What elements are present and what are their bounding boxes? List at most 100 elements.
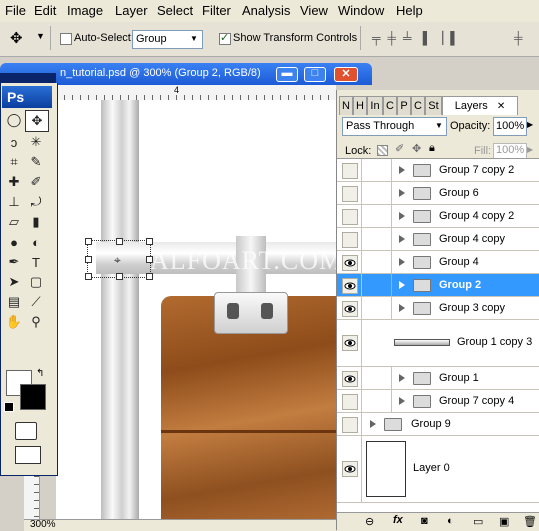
expand-arrow-icon[interactable]	[399, 235, 405, 243]
visibility-toggle[interactable]	[342, 461, 358, 477]
dodge-tool-icon[interactable]: ◐	[25, 232, 47, 252]
layer-mask-icon[interactable]: ◙	[421, 515, 428, 527]
tab-styles[interactable]: St	[425, 96, 442, 115]
blend-mode-dropdown[interactable]: Pass Through ▼	[342, 117, 447, 136]
new-group-icon[interactable]: ▭	[473, 515, 483, 528]
visibility-toggle[interactable]	[342, 163, 358, 179]
zoom-tool-icon[interactable]: ⚲	[25, 312, 47, 332]
menu-analysis[interactable]: Analysis	[242, 3, 290, 18]
close-icon[interactable]: ✕	[497, 101, 505, 112]
distribute-icon[interactable]: ╪	[514, 31, 523, 45]
expand-arrow-icon[interactable]	[399, 166, 405, 174]
stamp-tool-icon[interactable]: ⊥	[3, 192, 25, 212]
visibility-toggle[interactable]	[342, 394, 358, 410]
magic-wand-icon[interactable]: ✳	[25, 132, 47, 152]
history-brush-icon[interactable]: ⤾	[25, 192, 47, 212]
menu-view[interactable]: View	[300, 3, 328, 18]
menu-filter[interactable]: Filter	[202, 3, 231, 18]
expand-arrow-icon[interactable]	[399, 304, 405, 312]
minimize-icon[interactable]: ▬	[276, 67, 298, 82]
visibility-toggle[interactable]	[342, 278, 358, 294]
transform-handle[interactable]	[116, 273, 123, 280]
gradient-tool-icon[interactable]: ▮	[25, 212, 47, 232]
move-tool-icon[interactable]: ✥	[25, 110, 49, 132]
layer-row[interactable]: Group 4 copy	[337, 228, 539, 251]
layer-row-selected[interactable]: Group 2	[337, 274, 539, 297]
visibility-toggle[interactable]	[342, 417, 358, 433]
expand-arrow-icon[interactable]	[399, 397, 405, 405]
healing-brush-icon[interactable]: ✚	[3, 172, 25, 192]
default-colors-icon[interactable]	[4, 402, 14, 412]
type-tool-icon[interactable]: T	[25, 252, 47, 272]
link-layers-icon[interactable]: ⊖	[365, 515, 374, 528]
transform-handle[interactable]	[85, 273, 92, 280]
expand-arrow-icon[interactable]	[399, 189, 405, 197]
layer-row[interactable]: Layer 0	[337, 436, 539, 503]
menu-layer[interactable]: Layer	[115, 3, 148, 18]
eyedropper-icon[interactable]: ✎	[25, 152, 47, 172]
layer-row[interactable]: Group 4	[337, 251, 539, 274]
layer-row[interactable]: Group 4 copy 2	[337, 205, 539, 228]
menu-window[interactable]: Window	[338, 3, 384, 18]
new-layer-icon[interactable]: ▣	[499, 515, 509, 528]
expand-arrow-icon[interactable]	[399, 258, 405, 266]
expand-arrow-icon[interactable]	[399, 281, 405, 289]
quick-mask-icon[interactable]	[15, 422, 37, 440]
layer-row[interactable]: Group 3 copy	[337, 297, 539, 320]
layer-row[interactable]: Group 6	[337, 182, 539, 205]
menu-select[interactable]: Select	[157, 3, 193, 18]
brush-tool-icon[interactable]: ✐	[25, 172, 47, 192]
transform-handle[interactable]	[116, 238, 123, 245]
tab-navigator[interactable]: N	[339, 96, 353, 115]
document-canvas[interactable]: ⌖ ALFOART.COM	[56, 100, 336, 520]
fill-input[interactable]: 100%	[493, 143, 527, 159]
lock-brush-icon[interactable]: ✐	[395, 142, 404, 155]
tab-channels[interactable]: C	[411, 96, 425, 115]
align-icons[interactable]: ╤╪╧▐▕▌	[372, 31, 466, 45]
layer-row[interactable]: Group 9	[337, 413, 539, 436]
expand-arrow-icon[interactable]	[370, 420, 376, 428]
transform-handle[interactable]	[85, 256, 92, 263]
tab-paths[interactable]: P	[397, 96, 411, 115]
visibility-toggle[interactable]	[342, 209, 358, 225]
transform-center-icon[interactable]: ⌖	[114, 253, 121, 268]
background-color-swatch[interactable]	[20, 384, 46, 410]
toolbox-header[interactable]	[0, 73, 56, 83]
transform-handle[interactable]	[85, 238, 92, 245]
menu-edit[interactable]: Edit	[34, 3, 56, 18]
show-transform-checkbox[interactable]	[219, 31, 231, 45]
eraser-tool-icon[interactable]: ▱	[3, 212, 25, 232]
layer-row[interactable]: Group 1 copy 3	[337, 320, 539, 367]
tab-info[interactable]: In	[367, 96, 383, 115]
expand-arrow-icon[interactable]	[399, 212, 405, 220]
eyedropper-icon[interactable]: ⟋	[25, 292, 47, 312]
visibility-toggle[interactable]	[342, 232, 358, 248]
maximize-icon[interactable]: □	[304, 67, 326, 82]
chevron-right-icon[interactable]: ▶	[527, 120, 533, 129]
zoom-level[interactable]: 300%	[30, 519, 56, 530]
shape-tool-icon[interactable]: ▢	[25, 272, 47, 292]
close-icon[interactable]: ✕	[334, 67, 358, 82]
lock-move-icon[interactable]: ✥	[412, 142, 421, 155]
swap-colors-icon[interactable]: ↰	[36, 368, 44, 379]
transform-handle[interactable]	[146, 238, 153, 245]
adjustment-layer-icon[interactable]: ◐	[447, 515, 454, 527]
lock-all-icon[interactable]: 🔒︎	[429, 142, 435, 155]
menu-image[interactable]: Image	[67, 3, 103, 18]
path-selection-icon[interactable]: ➤	[3, 272, 25, 292]
layer-row[interactable]: Group 7 copy 4	[337, 390, 539, 413]
visibility-toggle[interactable]	[342, 335, 358, 351]
lock-transparent-icon[interactable]	[377, 145, 388, 156]
auto-select-checkbox[interactable]	[60, 33, 72, 45]
screen-mode-icon[interactable]	[15, 446, 41, 464]
visibility-toggle[interactable]	[342, 255, 358, 271]
notes-tool-icon[interactable]: ▤	[3, 292, 25, 312]
menu-help[interactable]: Help	[396, 3, 423, 18]
tab-layers[interactable]: Layers ✕	[442, 96, 518, 115]
chevron-right-icon[interactable]: ▶	[527, 145, 533, 154]
opacity-input[interactable]: 100%	[493, 117, 527, 136]
auto-select-dropdown[interactable]: Group ▼	[132, 30, 203, 49]
marquee-tool-icon[interactable]: ◯	[3, 110, 25, 130]
pen-tool-icon[interactable]: ✒	[3, 252, 25, 272]
visibility-toggle[interactable]	[342, 301, 358, 317]
